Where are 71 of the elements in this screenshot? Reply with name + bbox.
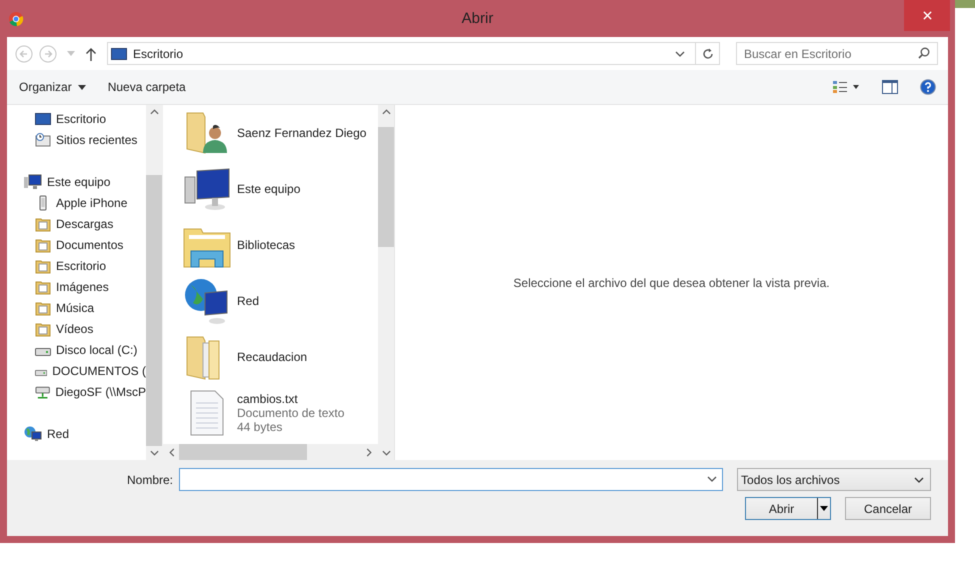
file-item[interactable]: Recaudacion xyxy=(183,329,378,385)
scroll-up-icon[interactable] xyxy=(150,109,158,115)
caret-icon xyxy=(78,84,86,90)
name-label: Nombre: xyxy=(127,472,174,486)
nav-item[interactable]: Sitios recientes xyxy=(7,129,146,150)
file-detail: Documento de texto xyxy=(237,406,344,420)
nav-item[interactable]: Descargas xyxy=(7,213,146,234)
file-item[interactable]: Bibliotecas xyxy=(183,217,378,273)
scroll-right-icon[interactable] xyxy=(366,448,372,456)
nav-item[interactable]: Música xyxy=(7,297,146,318)
organize-menu[interactable]: Organizar xyxy=(15,77,90,97)
folder-icon xyxy=(35,278,51,294)
nav-item[interactable]: Disco local (C:) xyxy=(7,339,146,360)
nav-item[interactable]: Apple iPhone xyxy=(7,192,146,213)
chevron-icon xyxy=(914,476,924,482)
file-item[interactable]: Red xyxy=(183,273,378,329)
nav-item[interactable]: Escritorio xyxy=(7,108,146,129)
preview-message: Seleccione el archivo del que desea obtener la vista previa. xyxy=(513,276,830,290)
scroll-up-icon[interactable] xyxy=(382,109,390,115)
folder-icon xyxy=(35,258,51,274)
file-type-dropdown[interactable]: Todos los archivos xyxy=(737,468,931,491)
file-item[interactable]: Este equipo xyxy=(183,161,378,217)
drive-icon xyxy=(35,348,51,356)
caret-icon[interactable] xyxy=(820,506,828,511)
nav-item[interactable]: Vídeos xyxy=(7,318,146,339)
up-arrow-icon[interactable] xyxy=(85,46,97,60)
scroll-down-icon[interactable] xyxy=(382,450,390,456)
folder-icon xyxy=(35,216,51,232)
file-name: Este equipo xyxy=(237,182,300,196)
recent-places-icon xyxy=(35,132,51,148)
scroll-left-icon[interactable] xyxy=(169,448,175,456)
monitor-icon xyxy=(111,48,127,60)
window-title: Abrir xyxy=(462,10,494,27)
folder-icon xyxy=(35,300,51,316)
scroll-down-icon[interactable] xyxy=(150,450,158,456)
file-name: Saenz Fernandez Diego xyxy=(237,126,366,140)
nav-item[interactable]: DOCUMENTOS ( xyxy=(7,360,146,381)
refresh-icon xyxy=(702,48,714,60)
network-drive-icon xyxy=(35,384,50,400)
network-icon xyxy=(24,426,42,442)
address-bar[interactable]: Escritorio xyxy=(107,42,720,65)
nav-item[interactable]: Imágenes xyxy=(7,276,146,297)
browser-icon xyxy=(8,10,24,26)
nav-item[interactable]: Documentos xyxy=(7,234,146,255)
chevron-icon[interactable] xyxy=(707,476,718,482)
open-button[interactable]: Abrir xyxy=(745,497,831,520)
computer-icon xyxy=(24,174,42,190)
nav-item[interactable]: Red xyxy=(7,423,146,444)
search-icon xyxy=(918,47,930,59)
nav-item[interactable]: DiegoSF (\\MscP xyxy=(7,381,146,402)
file-name: Bibliotecas xyxy=(237,238,296,252)
close-icon xyxy=(922,11,932,20)
new-folder-button[interactable]: Nueva carpeta xyxy=(104,77,190,97)
file-item[interactable]: Saenz Fernandez Diego xyxy=(183,105,378,161)
nav-item[interactable]: Escritorio xyxy=(7,255,146,276)
file-name: Red xyxy=(237,294,260,308)
file-name: cambios.txt xyxy=(237,392,299,406)
file-item[interactable]: cambios.txt Documento de texto 44 bytes xyxy=(183,385,378,441)
folder-icon xyxy=(35,320,51,336)
folder-icon xyxy=(35,236,51,252)
scrollbar[interactable] xyxy=(146,105,162,460)
drive-icon xyxy=(35,368,48,376)
chevron-icon[interactable] xyxy=(675,50,685,56)
cancel-button[interactable]: Cancelar xyxy=(845,497,931,520)
nav-item[interactable]: Este equipo xyxy=(7,171,146,192)
file-name-field[interactable] xyxy=(179,468,724,491)
scrollbar[interactable] xyxy=(378,105,394,460)
monitor-icon xyxy=(35,112,51,124)
search-field[interactable]: Buscar en Escritorio xyxy=(736,42,938,65)
file-detail: 44 bytes xyxy=(237,420,284,434)
file-name: Recaudacion xyxy=(237,350,308,364)
